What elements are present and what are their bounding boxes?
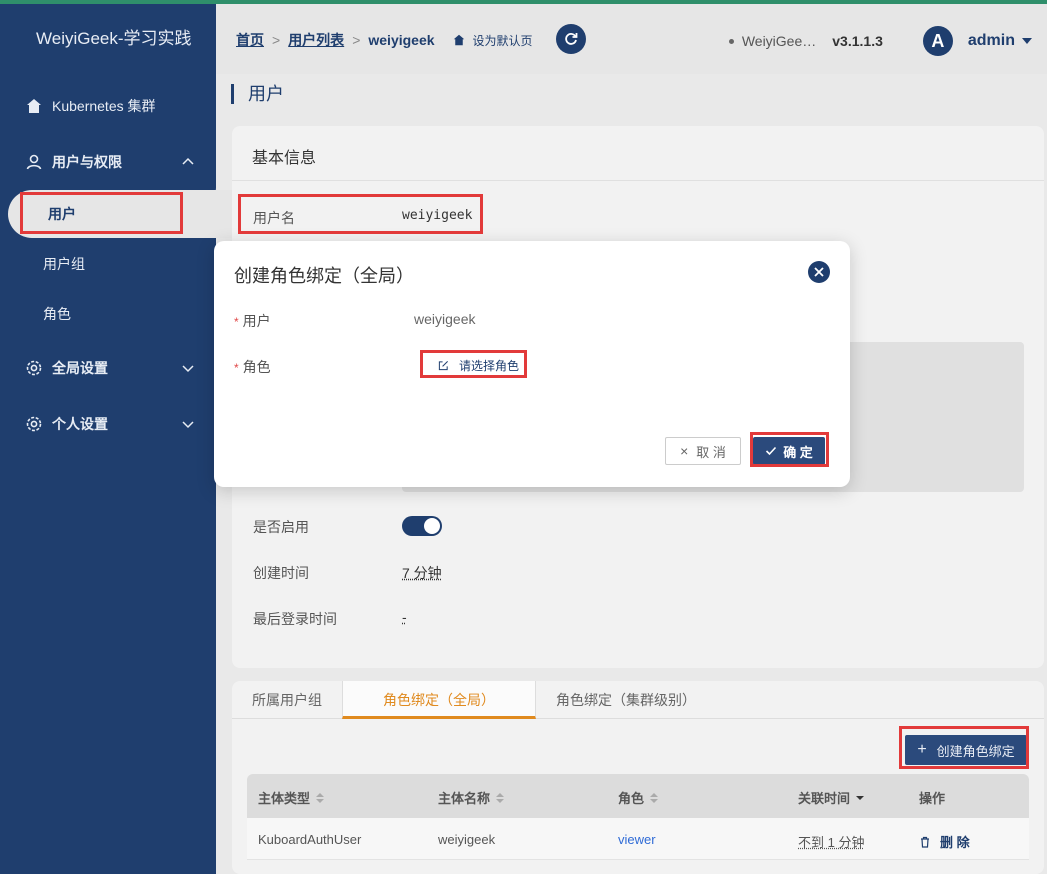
confirm-label: 确 定 xyxy=(783,444,813,460)
top-accent-line xyxy=(0,0,1047,4)
create-role-binding-dialog: 创建角色绑定（全局） * 用户 weiyigeek * 角色 请选择角色 × 取 消… xyxy=(214,241,850,487)
check-icon xyxy=(766,446,777,456)
required-mark: * xyxy=(234,315,239,329)
user-field-value: weiyigeek xyxy=(414,311,476,327)
edit-icon xyxy=(438,360,448,370)
select-role-button[interactable]: 请选择角色 xyxy=(424,354,526,376)
confirm-button[interactable]: 确 定 xyxy=(753,437,825,465)
required-mark: * xyxy=(234,361,239,375)
close-icon: × xyxy=(680,443,689,459)
cancel-label: 取 消 xyxy=(696,444,726,460)
role-field-label: * 角色 xyxy=(234,359,271,375)
dialog-title: 创建角色绑定（全局） xyxy=(234,266,414,286)
close-icon xyxy=(814,267,824,277)
select-role-label: 请选择角色 xyxy=(459,358,520,373)
cancel-button[interactable]: × 取 消 xyxy=(665,437,741,465)
user-field-label: * 用户 xyxy=(234,313,271,329)
close-button[interactable] xyxy=(808,261,830,283)
